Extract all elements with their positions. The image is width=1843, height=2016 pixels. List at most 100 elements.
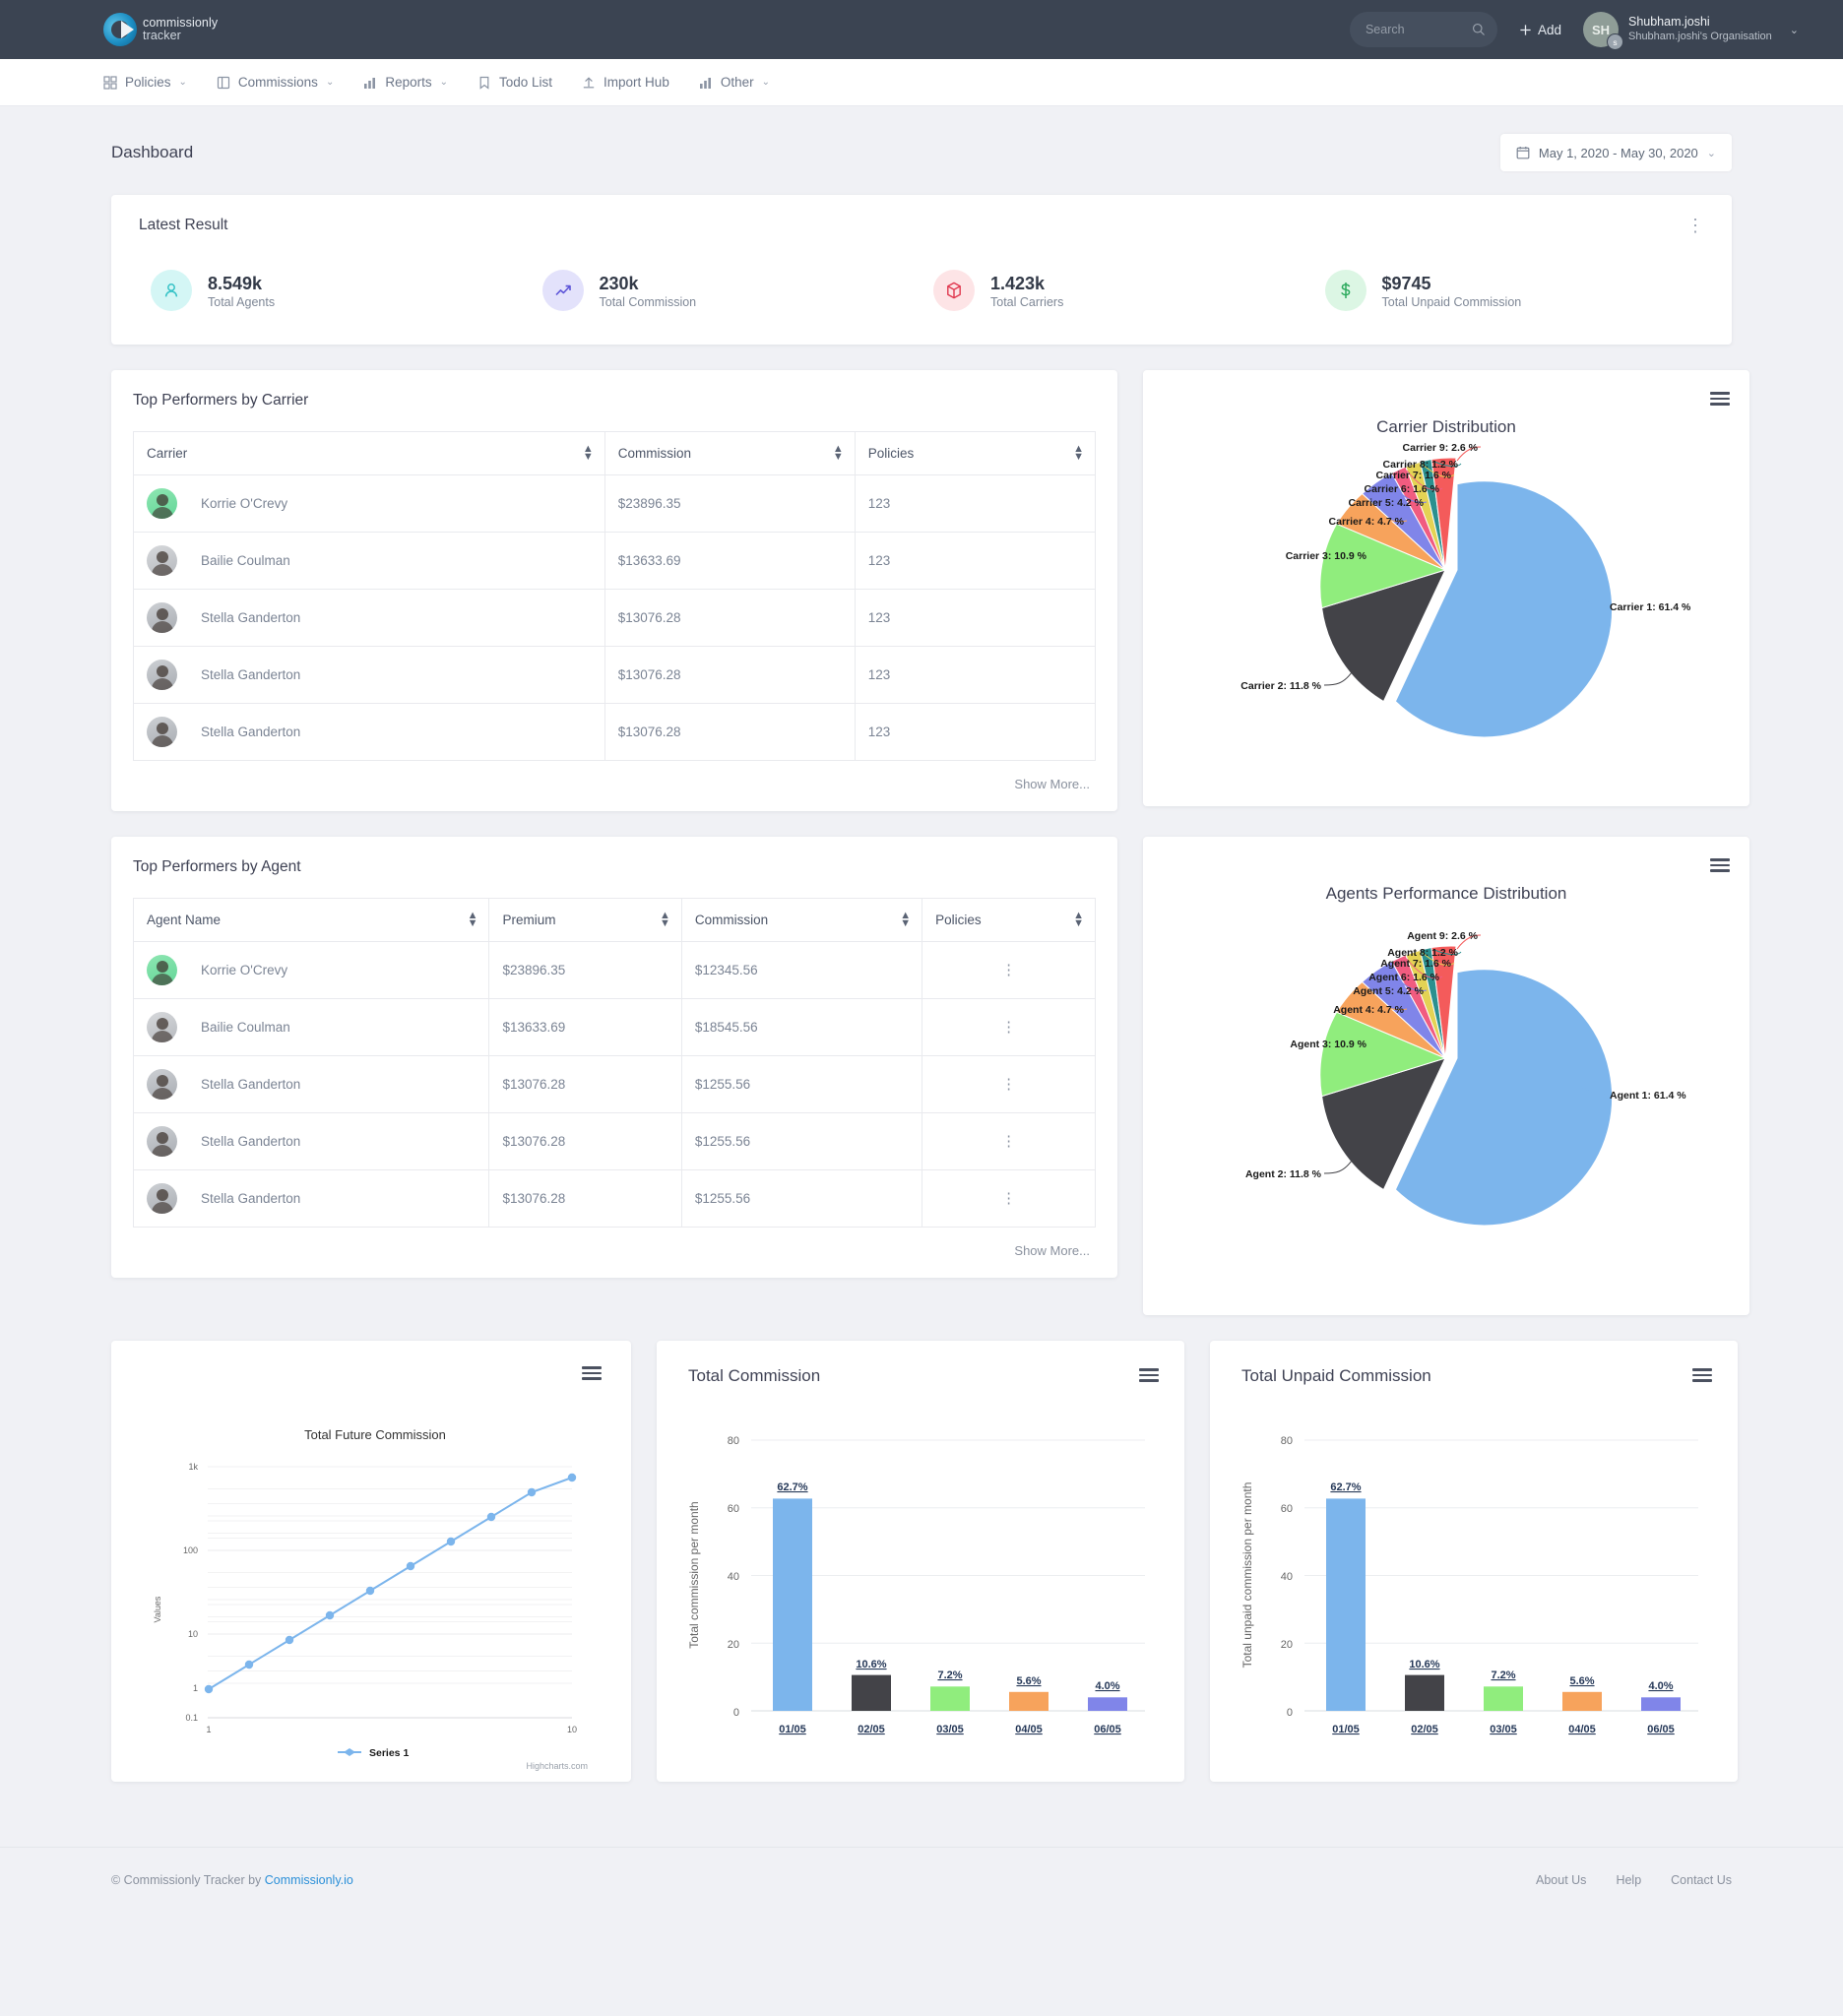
app-logo[interactable]: commissionly tracker	[103, 13, 218, 46]
bar-3[interactable]	[1009, 1692, 1049, 1711]
nav-item-other[interactable]: Other ⌄	[699, 75, 770, 90]
sort-icon[interactable]: ▲▼	[583, 445, 594, 463]
sort-icon[interactable]: ▲▼	[468, 912, 478, 929]
table-row[interactable]: Stella Ganderton $13076.28 $1255.56 ⋮	[134, 1056, 1096, 1113]
bar-0[interactable]	[773, 1498, 812, 1711]
table-row[interactable]: Stella Ganderton $13076.28 $1255.56 ⋮	[134, 1170, 1096, 1228]
th-label: Premium	[502, 913, 555, 927]
x-axis-categories: 01/05 02/05 03/05 04/05 06/05	[779, 1724, 1121, 1735]
latest-result-menu-button[interactable]: ⋮	[1686, 217, 1704, 234]
category-1[interactable]: 02/05	[858, 1724, 885, 1735]
cell-commission: $1255.56	[681, 1056, 922, 1113]
add-button[interactable]: Add	[1519, 23, 1561, 37]
bar-0[interactable]	[1326, 1498, 1366, 1711]
table-row[interactable]: Stella Ganderton $13076.28 $1255.56 ⋮	[134, 1113, 1096, 1170]
cell-policies: 123	[855, 590, 1095, 647]
category-2[interactable]: 03/05	[936, 1724, 964, 1735]
logo-wordmark: commissionly tracker	[143, 17, 218, 42]
cell-commission: $13076.28	[604, 647, 855, 704]
pie-label-carrier-4: Carrier 4: 4.7 %	[1329, 516, 1405, 528]
nav-item-import-hub[interactable]: Import Hub	[582, 75, 669, 90]
category-2[interactable]: 03/05	[1490, 1724, 1517, 1735]
user-menu[interactable]: SH s Shubham.joshi Shubham.joshi's Organ…	[1583, 12, 1799, 47]
th-agent-name[interactable]: Agent Name ▲▼	[134, 899, 489, 942]
cell-carrier: Bailie Coulman	[134, 533, 605, 590]
nav-item-policies[interactable]: Policies ⌄	[103, 75, 187, 90]
row-actions-button[interactable]: ⋮	[922, 1170, 1096, 1228]
th-premium[interactable]: Premium ▲▼	[489, 899, 681, 942]
table-row[interactable]: Bailie Coulman $13633.69 $18545.56 ⋮	[134, 999, 1096, 1056]
footer-link-contact-us[interactable]: Contact Us	[1671, 1873, 1732, 1887]
footer-link-about-us[interactable]: About Us	[1536, 1873, 1586, 1887]
table-row[interactable]: Korrie O'Crevy $23896.35 $12345.56 ⋮	[134, 942, 1096, 999]
bar-3[interactable]	[1562, 1692, 1602, 1711]
category-4[interactable]: 06/05	[1647, 1724, 1675, 1735]
y-tick-20: 20	[728, 1639, 739, 1651]
chevron-down-icon[interactable]: ⌄	[1790, 24, 1799, 36]
table-row[interactable]: Stella Ganderton $13076.28 123	[134, 647, 1096, 704]
category-3[interactable]: 04/05	[1015, 1724, 1043, 1735]
table-row[interactable]: Stella Ganderton $13076.28 123	[134, 590, 1096, 647]
search-input[interactable]	[1366, 23, 1464, 36]
stat-label: Total Agents	[208, 295, 275, 309]
cell-commission: $23896.35	[604, 475, 855, 533]
category-0[interactable]: 01/05	[1332, 1724, 1360, 1735]
y-axis-ticks: 1k 100 10 1 0.1	[183, 1462, 199, 1723]
table-row[interactable]: Korrie O'Crevy $23896.35 123	[134, 475, 1096, 533]
stat-total-commission: 230k Total Commission	[531, 270, 922, 311]
sort-icon[interactable]: ▲▼	[1073, 445, 1084, 463]
th-carrier[interactable]: Carrier ▲▼	[134, 432, 605, 475]
category-0[interactable]: 01/05	[779, 1724, 806, 1735]
pie-label-carrier-7: Carrier 7: 1.6 %	[1376, 470, 1452, 481]
category-1[interactable]: 02/05	[1411, 1724, 1438, 1735]
avatar: SH s	[1583, 12, 1619, 47]
th-policies[interactable]: Policies ▲▼	[922, 899, 1096, 942]
date-range-picker[interactable]: May 1, 2020 - May 30, 2020 ⌄	[1500, 134, 1732, 171]
plus-icon	[1519, 24, 1532, 36]
chart-menu-button[interactable]	[1710, 392, 1730, 406]
chart-menu-button[interactable]	[1692, 1368, 1712, 1382]
chart-legend[interactable]: Series 1	[338, 1747, 409, 1759]
row-actions-button[interactable]: ⋮	[922, 1056, 1096, 1113]
chart-menu-button[interactable]	[582, 1366, 602, 1380]
category-4[interactable]: 06/05	[1094, 1724, 1121, 1735]
nav-item-commissions[interactable]: Commissions ⌄	[217, 75, 334, 90]
row-actions-button[interactable]: ⋮	[922, 942, 1096, 999]
x-axis-categories: 01/05 02/05 03/05 04/05 06/05	[1332, 1724, 1675, 1735]
table-row[interactable]: Stella Ganderton $13076.28 123	[134, 704, 1096, 761]
carrier-show-more-link[interactable]: Show More...	[133, 761, 1096, 797]
stat-value: 1.423k	[990, 272, 1063, 295]
table-row[interactable]: Bailie Coulman $13633.69 123	[134, 533, 1096, 590]
th-commission[interactable]: Commission ▲▼	[681, 899, 922, 942]
search-box[interactable]	[1350, 12, 1497, 47]
agent-show-more-link[interactable]: Show More...	[133, 1228, 1096, 1264]
row-actions-button[interactable]: ⋮	[922, 999, 1096, 1056]
nav-item-reports[interactable]: Reports ⌄	[363, 75, 448, 90]
bar-2[interactable]	[930, 1686, 970, 1711]
avatar	[147, 545, 177, 576]
category-3[interactable]: 04/05	[1568, 1724, 1596, 1735]
th-commission[interactable]: Commission ▲▼	[604, 432, 855, 475]
bar-4[interactable]	[1641, 1697, 1681, 1711]
sort-icon[interactable]: ▲▼	[833, 445, 844, 463]
copyright: © Commissionly Tracker by Commissionly.i…	[111, 1873, 353, 1887]
chart-credit[interactable]: Highcharts.com	[526, 1761, 588, 1771]
chart-menu-button[interactable]	[1139, 1368, 1159, 1382]
row-actions-button[interactable]: ⋮	[922, 1113, 1096, 1170]
bar-1[interactable]	[852, 1675, 891, 1711]
pie-label-agent-2: Agent 2: 11.8 %	[1245, 1168, 1322, 1180]
bar-4[interactable]	[1088, 1697, 1127, 1711]
th-policies[interactable]: Policies ▲▼	[855, 432, 1095, 475]
bar-1[interactable]	[1405, 1675, 1444, 1711]
sort-icon[interactable]: ▲▼	[660, 912, 670, 929]
sort-icon[interactable]: ▲▼	[1073, 912, 1084, 929]
agent-name: Korrie O'Crevy	[201, 963, 287, 977]
bar-2[interactable]	[1484, 1686, 1523, 1711]
sort-icon[interactable]: ▲▼	[900, 912, 911, 929]
nav-item-todo-list[interactable]: Todo List	[477, 75, 552, 90]
agents-performance-chart-card: Agents Performance Distribution	[1143, 837, 1749, 1315]
footer-link-help[interactable]: Help	[1616, 1873, 1641, 1887]
nav-label: Reports	[385, 75, 431, 90]
brand-link[interactable]: Commissionly.io	[265, 1873, 353, 1887]
chart-menu-button[interactable]	[1710, 858, 1730, 872]
